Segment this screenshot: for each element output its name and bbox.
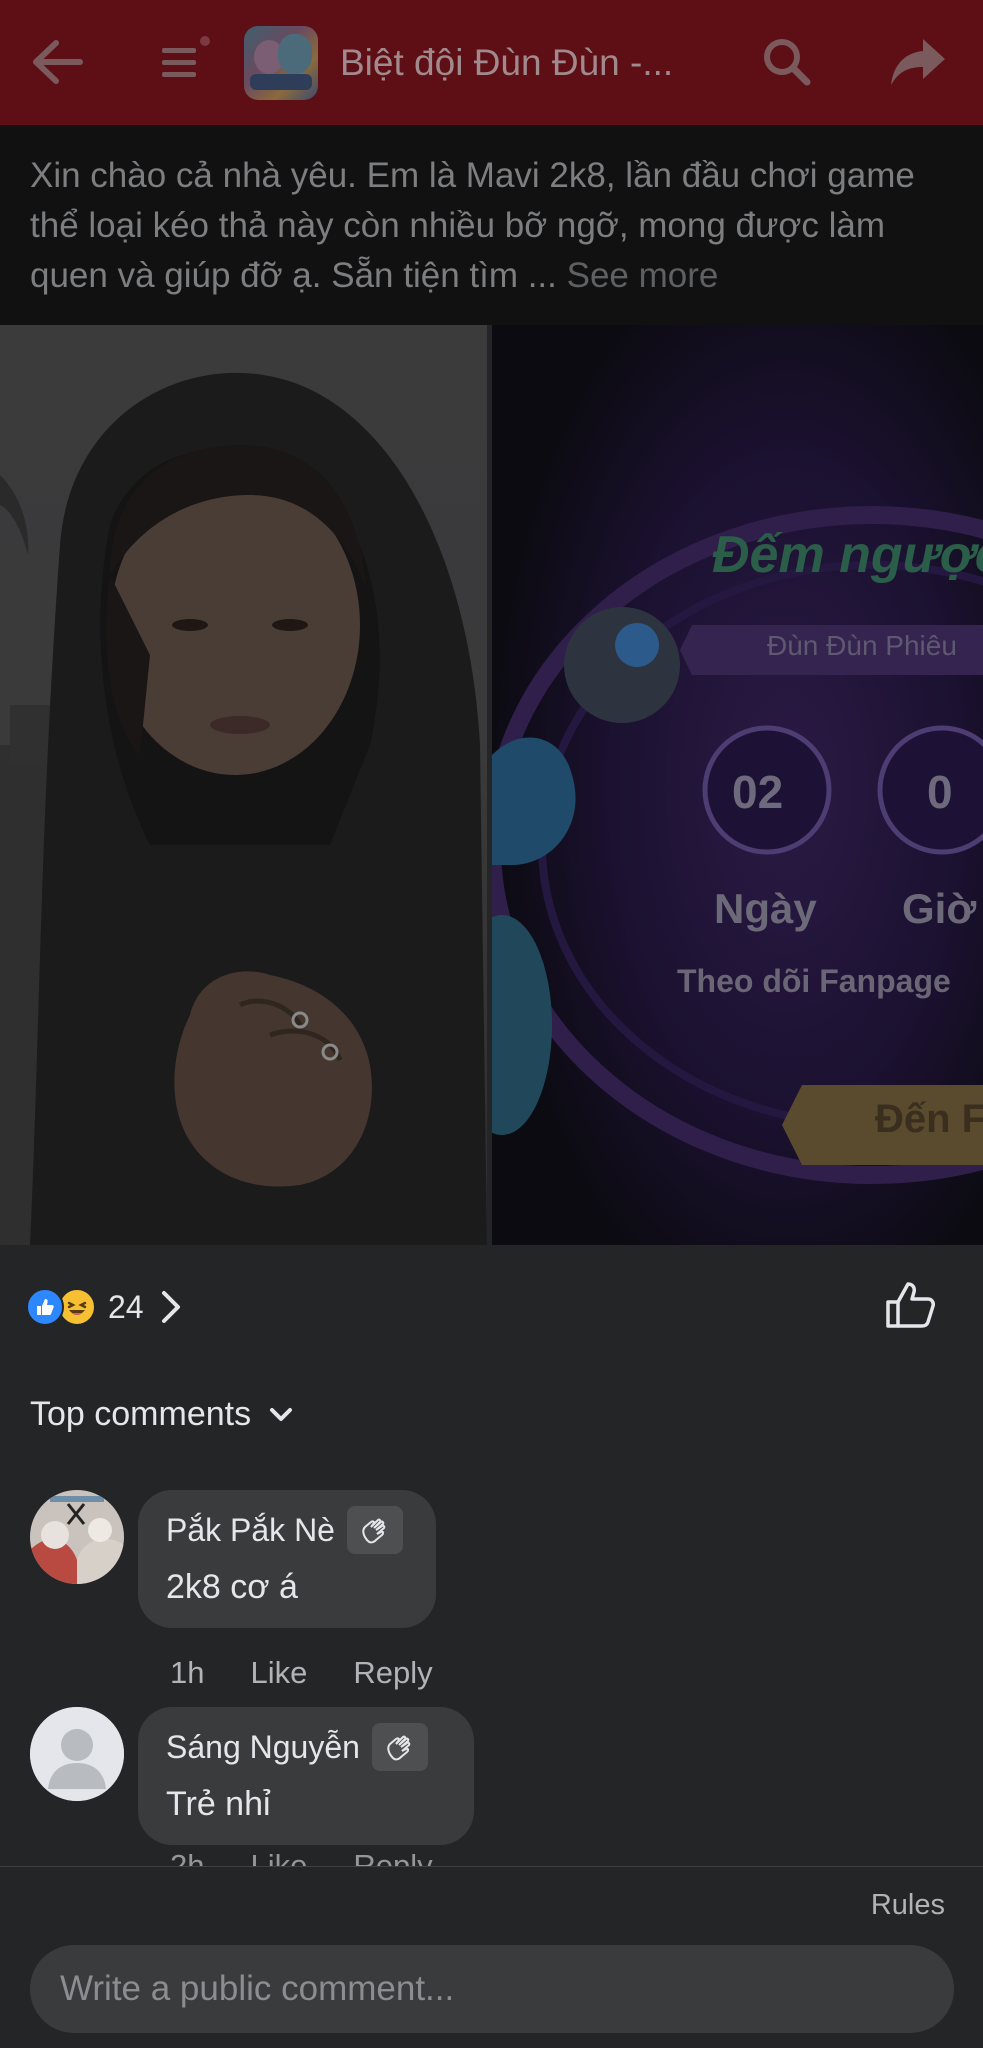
like-post-button[interactable]	[880, 1275, 940, 1335]
post-photos: Đếm ngược Đùn Đùn Phiêu 02 0 Ngày Giờ Th…	[0, 325, 983, 1245]
countdown-days-value: 02	[732, 766, 784, 818]
countdown-hours-label: Giờ	[902, 885, 977, 932]
wave-hand-icon	[371, 1723, 428, 1771]
wave-hand-icon	[346, 1506, 403, 1554]
comment-time: 1h	[170, 1655, 205, 1690]
menu-button[interactable]	[150, 30, 210, 94]
selfie-image	[0, 372, 487, 1245]
like-reaction-icon	[26, 1288, 64, 1326]
thumbs-up-icon	[886, 1282, 935, 1328]
search-button[interactable]	[752, 30, 822, 94]
event-heading: Đếm ngược	[712, 526, 983, 584]
caption-text: Xin chào cả nhà yêu. Em là Mavi 2k8, lần…	[30, 156, 915, 295]
see-more-link[interactable]: See more	[567, 256, 719, 295]
post-caption: Xin chào cả nhà yêu. Em là Mavi 2k8, lần…	[0, 125, 983, 325]
comment-input-wrapper[interactable]	[30, 1945, 954, 2033]
comment-composer: Rules	[0, 1866, 983, 2048]
comment-sort-selector[interactable]: Top comments	[30, 1395, 293, 1434]
back-button[interactable]	[22, 30, 92, 94]
countdown-hours-value: 0	[927, 766, 953, 818]
comment-item: Pắk Pắk Nè 2k8 cơ á 1h Like Reply	[30, 1490, 960, 1690]
comment-reply-button[interactable]: Reply	[353, 1655, 432, 1691]
notification-dot	[200, 36, 210, 46]
comment-bubble[interactable]: Sáng Nguyễn Trẻ nhỉ	[138, 1707, 474, 1845]
comment-text: Trẻ nhỉ	[166, 1785, 271, 1823]
comment-actions: 1h Like Reply	[170, 1655, 479, 1691]
reactions-summary[interactable]: 24	[26, 1285, 184, 1329]
photo-game-event[interactable]: Đếm ngược Đùn Đùn Phiêu 02 0 Ngày Giờ Th…	[492, 325, 983, 1245]
post-viewer: Biệt đội Đùn Đùn -... Xin chào cả nhà yê…	[0, 0, 983, 2048]
reaction-count: 24	[108, 1289, 144, 1325]
comment-author[interactable]: Pắk Pắk Nè	[166, 1509, 335, 1551]
share-arrow-icon	[891, 39, 945, 85]
countdown-days-label: Ngày	[714, 885, 817, 932]
event-button-text: Đến F	[875, 1097, 983, 1141]
rules-link[interactable]: Rules	[871, 1889, 945, 1922]
share-button[interactable]	[880, 30, 956, 94]
top-bar: Biệt đội Đùn Đùn -...	[0, 0, 983, 125]
comment-like-button[interactable]: Like	[250, 1655, 307, 1691]
comment-text: 2k8 cơ á	[166, 1568, 298, 1606]
chevron-right-icon	[160, 1287, 184, 1327]
comment-sort-label: Top comments	[30, 1395, 252, 1433]
avatar[interactable]	[30, 1490, 124, 1584]
hamburger-menu-icon	[162, 48, 196, 77]
search-icon	[764, 39, 811, 86]
avatar[interactable]	[30, 1707, 124, 1801]
chevron-down-icon	[269, 1407, 293, 1423]
comment-author[interactable]: Sáng Nguyễn	[166, 1726, 360, 1768]
group-avatar[interactable]	[244, 26, 318, 100]
arrow-left-icon	[33, 40, 83, 84]
comment-input[interactable]	[60, 1969, 924, 2009]
group-title[interactable]: Biệt đội Đùn Đùn -...	[340, 36, 720, 90]
photo-selfie[interactable]	[0, 325, 487, 1245]
follow-fanpage-text: Theo dõi Fanpage	[677, 963, 951, 999]
event-subheading: Đùn Đùn Phiêu	[767, 630, 957, 661]
comment-bubble[interactable]: Pắk Pắk Nè 2k8 cơ á	[138, 1490, 436, 1628]
